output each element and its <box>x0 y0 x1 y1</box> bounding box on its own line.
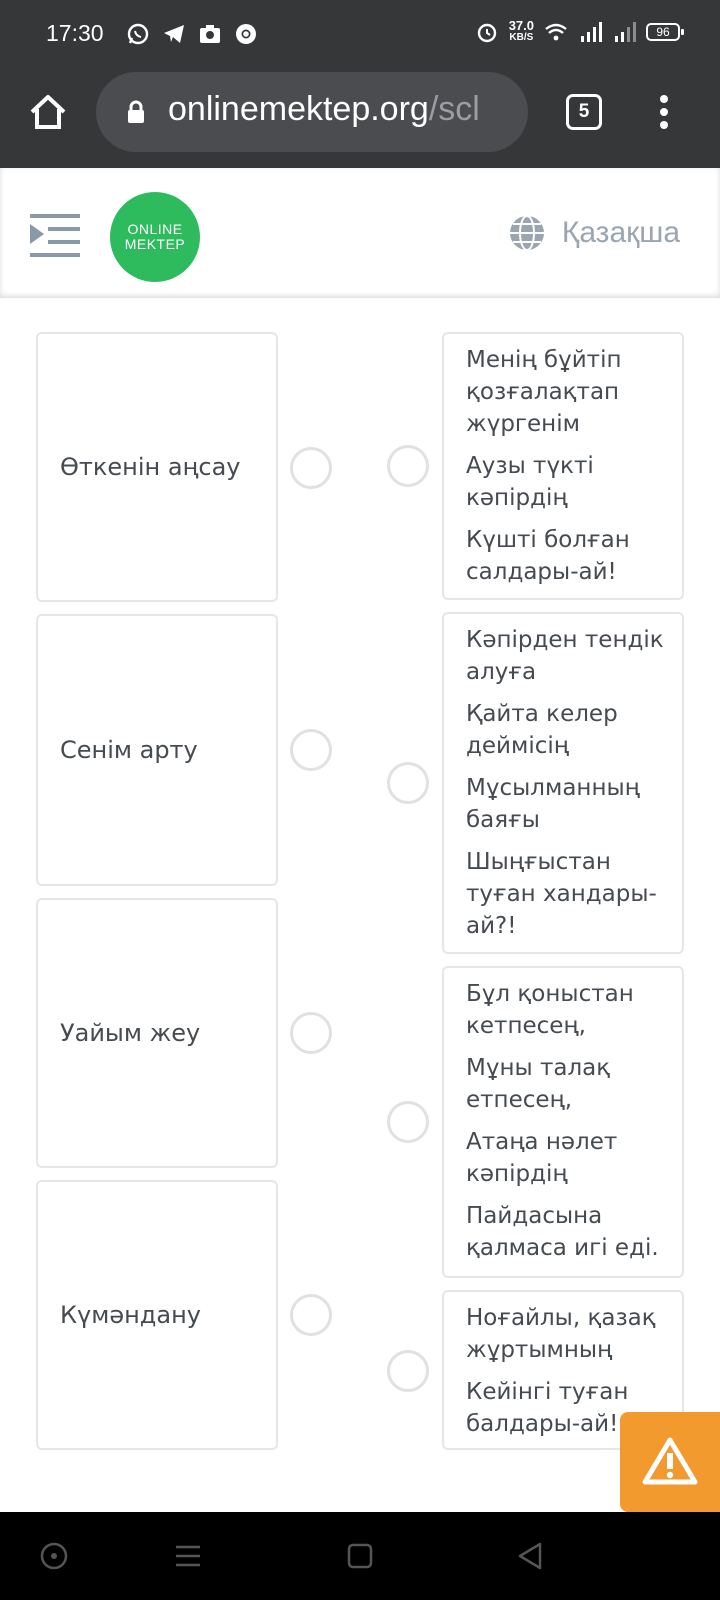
logo-line-1: ONLINE <box>127 221 183 237</box>
left-item-label: Сенім арту <box>60 736 198 764</box>
left-item[interactable]: Күмәндану <box>36 1180 278 1450</box>
right-item-line: Аузы түкті кәпірдің <box>466 453 594 511</box>
right-item-line: Пайдасына қалмаса игі еді. <box>466 1203 659 1261</box>
right-item[interactable]: Бұл қоныстан кетпесең, Мұны талақ етпесе… <box>442 966 684 1278</box>
left-item-label: Өткенін аңсау <box>60 453 241 481</box>
lock-icon <box>128 100 144 123</box>
net-speed-value: 37.0 <box>508 18 534 33</box>
address-bar[interactable]: onlinemektep.org/scl <box>96 72 528 152</box>
right-item-line: Бұл қоныстан кетпесең, <box>466 981 634 1039</box>
language-selector[interactable]: Қазақша <box>508 214 680 252</box>
right-item-line: Мұны талақ етпесең, <box>466 1055 611 1113</box>
right-item[interactable]: Менің бұйтіп қозғалақтап жүргенім Аузы т… <box>442 332 684 600</box>
right-item-line: Кәпірден тендік алуға <box>466 627 664 685</box>
status-time: 17:30 <box>46 20 104 46</box>
right-item-line: Қайта келер деймісің <box>466 701 618 759</box>
left-connector-radio[interactable] <box>290 1294 332 1336</box>
url-text: onlinemektep.org/scl <box>168 90 480 129</box>
tab-switcher-button[interactable]: 5 <box>566 94 602 130</box>
right-connector-radio[interactable] <box>387 762 429 804</box>
report-button[interactable] <box>620 1412 720 1512</box>
wifi-icon <box>545 23 567 41</box>
notification-icons <box>126 22 258 46</box>
url-domain: onlinemektep.org <box>168 90 429 128</box>
home-nav-icon[interactable] <box>342 1538 378 1574</box>
system-nav-bar <box>0 1512 720 1600</box>
left-item[interactable]: Сенім арту <box>36 614 278 886</box>
telegram-icon <box>164 25 184 43</box>
right-item-line: Мұсылманның баяғы <box>466 775 640 833</box>
right-item-line: Шыңғыстан туған хандары-ай?! <box>466 849 657 939</box>
browser-toolbar: onlinemektep.org/scl 5 <box>0 70 720 168</box>
left-item-label: Күмәндану <box>60 1301 201 1329</box>
left-connector-radio[interactable] <box>290 447 332 489</box>
site-header: ONLINE MEKTEP Қазақша <box>0 168 720 298</box>
whatsapp-icon <box>127 23 149 45</box>
left-item[interactable]: Уайым жеу <box>36 898 278 1168</box>
warning-icon <box>642 1437 698 1485</box>
sidebar-toggle-icon[interactable] <box>30 212 80 260</box>
left-connector-radio[interactable] <box>290 1012 332 1054</box>
signal-2-icon <box>615 22 636 42</box>
right-item[interactable]: Кәпірден тендік алуға Қайта келер дейміс… <box>442 612 684 954</box>
alarm-icon <box>477 23 496 43</box>
right-item-line: Ноғайлы, қазақ жұртымның <box>466 1305 656 1363</box>
left-item-label: Уайым жеу <box>60 1019 201 1047</box>
status-bar: 17:30 37.0 KB/S 96 <box>0 0 720 70</box>
net-speed-unit: KB/S <box>509 32 534 43</box>
left-item[interactable]: Өткенін аңсау <box>36 332 278 602</box>
signal-icon <box>581 22 602 42</box>
camera-icon <box>200 25 220 43</box>
chrome-icon <box>236 24 256 44</box>
right-item-line: Менің бұйтіп қозғалақтап жүргенім <box>466 347 622 437</box>
globe-icon <box>509 215 544 251</box>
system-icons: 37.0 KB/S 96 <box>475 18 684 44</box>
network-speed: 37.0 KB/S <box>508 18 534 44</box>
right-connector-radio[interactable] <box>387 445 429 487</box>
right-item-line: Күшті болған салдары-ай! <box>466 527 630 585</box>
recent-apps-icon[interactable] <box>170 1538 206 1574</box>
back-icon[interactable] <box>512 1538 548 1574</box>
right-connector-radio[interactable] <box>387 1101 429 1143</box>
language-label: Қазақша <box>561 216 680 249</box>
battery-indicator: 96 <box>646 23 684 41</box>
url-path: /scl <box>428 90 480 128</box>
more-menu-icon[interactable] <box>650 92 678 132</box>
right-connector-radio[interactable] <box>387 1350 429 1392</box>
assistant-icon[interactable] <box>36 1538 72 1574</box>
logo-line-2: MEKTEP <box>124 236 186 252</box>
online-mektep-logo[interactable]: ONLINE MEKTEP <box>110 192 200 282</box>
home-icon[interactable] <box>28 92 68 132</box>
right-item-line: Атаңа нәлет кәпірдің <box>466 1129 618 1187</box>
left-connector-radio[interactable] <box>290 729 332 771</box>
